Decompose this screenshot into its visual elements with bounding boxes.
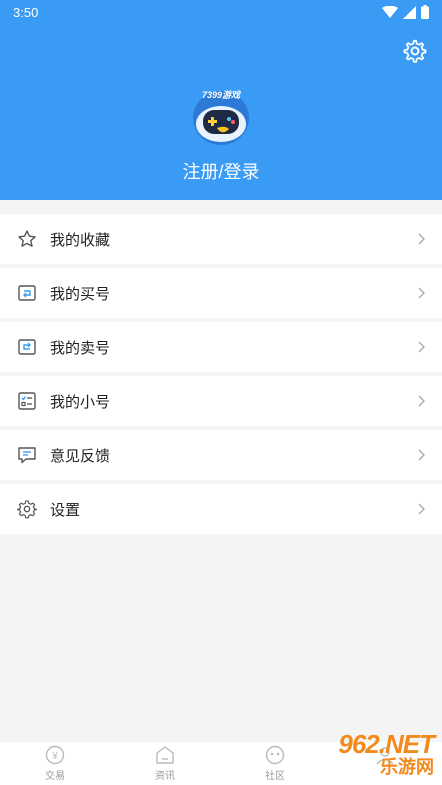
site-watermark: 962.NET 乐游网 [338,729,435,777]
watermark-bottom-text: 乐游网 [380,757,434,777]
status-time: 3:50 [13,4,39,20]
sell-account-icon [17,337,37,357]
watermark-top-text: 962.NET [338,729,435,759]
news-icon [156,746,174,764]
menu-item-label: 意见反馈 [50,447,111,465]
svg-text:¥: ¥ [51,751,58,762]
menu-list: 我的收藏 我的买号 我的卖号 我的小号 意见反馈 设置 [0,214,442,538]
nav-label: 资讯 [155,771,175,782]
menu-item-bought-accounts[interactable]: 我的买号 [0,268,442,318]
nav-label: 交易 [45,771,65,782]
nav-tab-trade[interactable]: ¥ 交易 [0,742,110,785]
nav-label: 社区 [265,771,285,782]
signal-icon [403,5,416,19]
menu-item-feedback[interactable]: 意见反馈 [0,430,442,480]
chevron-right-icon [418,341,425,353]
menu-item-sub-accounts[interactable]: 我的小号 [0,376,442,426]
wifi-icon [382,5,398,18]
menu-item-label: 我的收藏 [50,231,111,249]
profile-header: 3:50 7399游戏 注册/登录 [0,0,442,200]
trade-icon: ¥ [45,745,65,765]
menu-item-label: 设置 [50,501,81,519]
chevron-right-icon [418,233,425,245]
app-logo-avatar[interactable]: 7399游戏 [189,84,253,148]
status-bar: 3:50 [0,0,442,24]
settings-gear-icon[interactable] [402,38,428,64]
svg-text:7399游戏: 7399游戏 [202,90,242,100]
community-icon [265,745,285,765]
menu-item-label: 我的卖号 [50,339,111,357]
battery-icon [421,5,429,19]
chevron-right-icon [418,287,425,299]
menu-item-sold-accounts[interactable]: 我的卖号 [0,322,442,372]
nav-tab-news[interactable]: 资讯 [110,742,220,785]
star-icon [17,229,37,249]
nav-tab-community[interactable]: 社区 [220,742,330,785]
gear-icon [17,499,37,519]
menu-item-settings[interactable]: 设置 [0,484,442,534]
buy-account-icon [17,283,37,303]
sub-account-icon [17,391,37,411]
chevron-right-icon [418,395,425,407]
chevron-right-icon [418,503,425,515]
feedback-icon [17,445,37,465]
menu-item-favorites[interactable]: 我的收藏 [0,214,442,264]
menu-item-label: 我的买号 [50,285,111,303]
menu-item-label: 我的小号 [50,393,111,411]
login-register-link[interactable]: 注册/登录 [0,158,442,184]
chevron-right-icon [418,449,425,461]
